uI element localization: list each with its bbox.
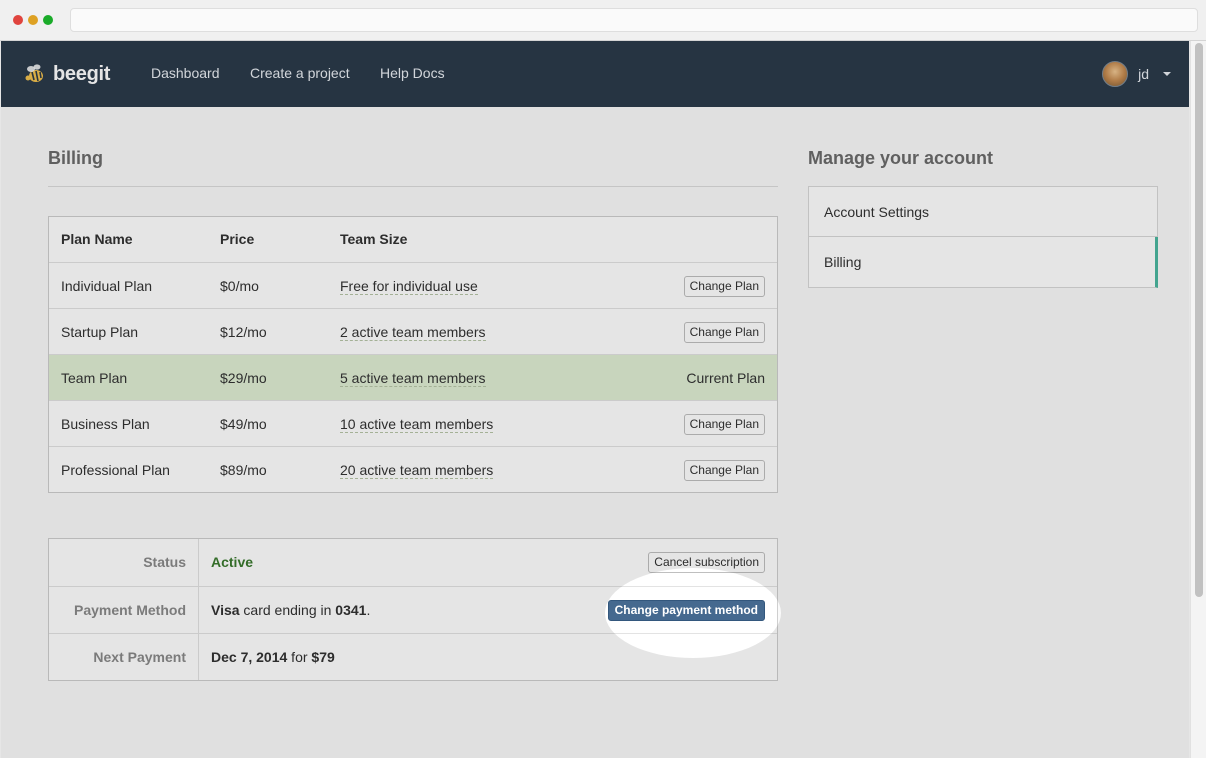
nav-link-help-docs[interactable]: Help Docs [380, 65, 445, 81]
plan-name: Startup Plan [61, 324, 139, 340]
status-row: Status Active Cancel subscription [49, 539, 777, 586]
table-header: Plan Name Price Team Size [49, 217, 777, 262]
next-payment-date: Dec 7, 2014 [211, 649, 288, 665]
close-window-button[interactable] [13, 15, 23, 25]
card-period: . [366, 602, 371, 618]
team-size-tooltip[interactable]: 2 active team members [340, 324, 486, 341]
plan-name: Business Plan [61, 416, 150, 432]
plan-price: $0/mo [220, 278, 259, 294]
team-size-tooltip[interactable]: Free for individual use [340, 278, 478, 295]
status-badge: Active [211, 554, 254, 570]
payment-method-value: Visa card ending in 0341. [211, 587, 370, 633]
plan-name: Individual Plan [61, 278, 153, 294]
brand-logo[interactable]: beegit [23, 59, 110, 89]
scrollbar-thumb[interactable] [1195, 43, 1203, 597]
user-initials: jd [1138, 66, 1149, 82]
change-payment-method-button[interactable]: Change payment method [607, 600, 765, 621]
maximize-window-button[interactable] [43, 15, 53, 25]
team-size-tooltip[interactable]: 10 active team members [340, 416, 494, 433]
change-plan-button[interactable]: Change Plan [683, 460, 765, 481]
change-plan-button[interactable]: Change Plan [683, 322, 765, 343]
billing-title: Billing [48, 148, 103, 168]
payment-method-row: Payment Method Visa card ending in 0341.… [49, 586, 777, 633]
account-menu-item-billing[interactable]: Billing [808, 237, 1158, 288]
table-row: Startup Plan $12/mo 2 active team member… [49, 308, 777, 354]
table-row: Business Plan $49/mo 10 active team memb… [49, 400, 777, 446]
nav-link-create-project[interactable]: Create a project [250, 65, 350, 81]
plan-price: $12/mo [220, 324, 267, 340]
next-payment-value: Dec 7, 2014 for $79 [211, 634, 335, 680]
minimize-window-button[interactable] [28, 15, 38, 25]
account-menu-item-settings[interactable]: Account Settings [808, 186, 1158, 237]
card-brand: Visa [211, 602, 240, 618]
address-bar[interactable] [70, 8, 1198, 32]
plan-team-size: 2 active team members [340, 309, 486, 355]
plans-table: Plan Name Price Team Size Individual Pla… [48, 216, 778, 493]
current-plan-label: Current Plan [686, 370, 765, 386]
plan-team-size: 5 active team members [340, 355, 486, 401]
next-payment-amount: $79 [311, 649, 335, 665]
plan-price: $89/mo [220, 462, 267, 478]
plan-price: $49/mo [220, 416, 267, 432]
plan-action: Change Plan [683, 309, 765, 355]
next-payment-label: Next Payment [49, 634, 199, 680]
plan-name: Professional Plan [61, 462, 170, 478]
next-payment-for: for [287, 649, 312, 665]
user-menu[interactable]: jd [1102, 61, 1171, 87]
team-size-tooltip[interactable]: 5 active team members [340, 370, 486, 387]
column-header-price: Price [220, 231, 255, 247]
top-navbar: beegit Dashboard Create a project Help D… [1, 41, 1189, 107]
column-header-team-size: Team Size [340, 231, 408, 247]
plan-team-size: 10 active team members [340, 401, 494, 447]
nav-link-dashboard[interactable]: Dashboard [151, 65, 220, 81]
column-header-plan-name: Plan Name [61, 231, 133, 247]
table-row: Individual Plan $0/mo Free for individua… [49, 262, 777, 308]
table-row: Professional Plan $89/mo 20 active team … [49, 446, 777, 492]
payment-method-label: Payment Method [49, 587, 199, 633]
browser-chrome [0, 0, 1206, 41]
plan-price: $29/mo [220, 370, 267, 386]
bee-icon [25, 64, 43, 82]
card-last4: 0341 [335, 602, 367, 618]
plan-action: Change Plan [683, 447, 765, 493]
next-payment-row: Next Payment Dec 7, 2014 for $79 [49, 633, 777, 680]
avatar [1102, 61, 1129, 87]
subscription-details: Status Active Cancel subscription Paymen… [48, 538, 778, 681]
brand-name: beegit [53, 62, 111, 85]
divider [48, 186, 778, 187]
cancel-subscription-button[interactable]: Cancel subscription [648, 552, 765, 573]
plan-action: Change Plan [683, 263, 765, 309]
card-text: card ending in [239, 602, 336, 618]
change-plan-button[interactable]: Change Plan [683, 276, 765, 297]
account-menu: Account Settings Billing [808, 186, 1158, 288]
team-size-tooltip[interactable]: 20 active team members [340, 462, 494, 479]
chevron-down-icon [1163, 72, 1171, 76]
change-plan-button[interactable]: Change Plan [683, 414, 765, 435]
plan-name: Team Plan [61, 370, 128, 386]
plan-team-size: Free for individual use [340, 263, 478, 309]
page-viewport: beegit Dashboard Create a project Help D… [1, 41, 1189, 758]
plan-team-size: 20 active team members [340, 447, 494, 493]
scrollbar[interactable] [1190, 41, 1206, 758]
plan-action: Change Plan [683, 401, 765, 447]
table-row-current-plan: Team Plan $29/mo 5 active team members C… [49, 354, 777, 400]
manage-account-title: Manage your account [808, 148, 994, 168]
status-label: Status [49, 539, 199, 586]
